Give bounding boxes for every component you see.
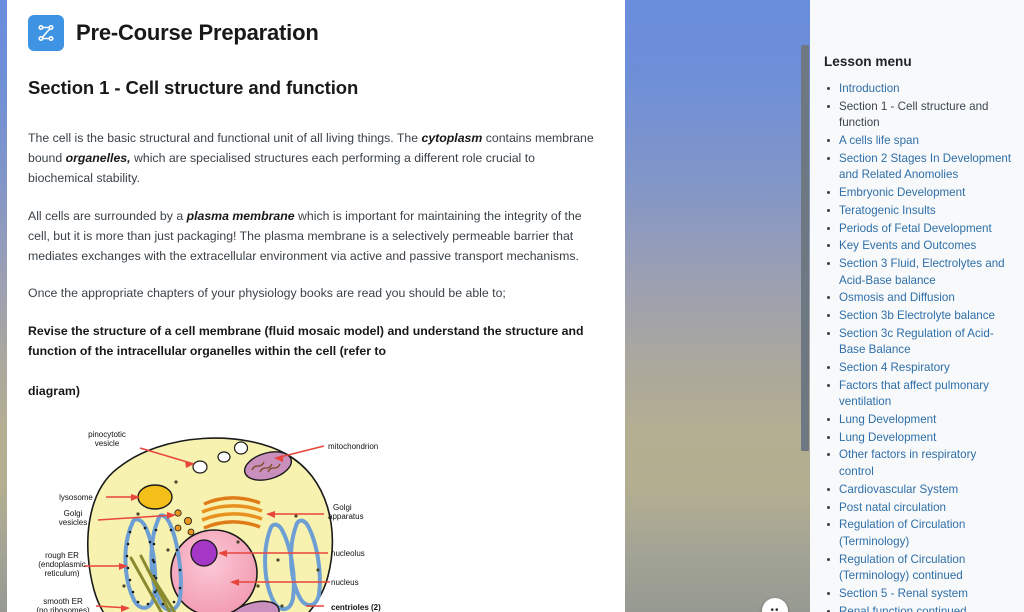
sidebar-item-label: Other factors in respiratory control [839, 448, 977, 479]
paragraph-3: Once the appropriate chapters of your ph… [28, 286, 506, 301]
sidebar-item-label: Section 5 - Renal system [839, 586, 968, 600]
sidebar-item-cells-life-span[interactable]: A cells life span [824, 133, 1014, 150]
sidebar-item-teratogenic-insults[interactable]: Teratogenic Insults [824, 203, 1014, 220]
term-organelles: organelles, [65, 150, 131, 165]
sidebar-item-label: Section 2 Stages In Development and Rela… [839, 151, 1012, 182]
page-header: Pre-Course Preparation [28, 15, 603, 51]
sidebar-item-section-4-respiratory[interactable]: Section 4 Respiratory [824, 360, 1014, 377]
svg-text:mitochondrion: mitochondrion [328, 442, 378, 451]
sidebar-item-label: Factors that affect pulmonary ventilatio… [839, 378, 989, 409]
sidebar-item-label: Regulation of Circulation (Terminology) [839, 518, 966, 548]
sidebar-item-section-5-renal[interactable]: Section 5 - Renal system [824, 586, 1014, 603]
sidebar-item-label: Regulation of Circulation (Terminology) … [839, 552, 966, 583]
vertical-scrollbar[interactable] [801, 0, 810, 612]
svg-text:apparatus: apparatus [328, 512, 364, 521]
sidebar-item-regulation-circulation[interactable]: Regulation of Circulation (Terminology) [824, 517, 1014, 550]
lesson-menu-heading: Lesson menu [824, 54, 912, 69]
sidebar-item-section-3b[interactable]: Section 3b Electrolyte balance [824, 308, 1014, 325]
sidebar-item-label: Post natal circulation [839, 500, 946, 514]
paragraph-2: All cells are surrounded by a plasma mem… [28, 207, 603, 267]
svg-text:Golgi: Golgi [64, 509, 83, 518]
screen-root: Pre-Course Preparation Section 1 - Cell … [0, 0, 1024, 612]
paragraph-1-text-a: The cell is the basic structural and fun… [28, 131, 422, 145]
sidebar-item-lung-development-2[interactable]: Lung Development [824, 430, 1014, 447]
paragraph-2-text-a: All cells are surrounded by a [28, 208, 187, 223]
sidebar-item-label: Section 3b Electrolyte balance [839, 308, 995, 322]
sidebar-item-label: Section 4 Respiratory [839, 361, 950, 374]
svg-text:nucleolus: nucleolus [331, 549, 365, 558]
sidebar-item-label: Osmosis and Diffusion [839, 291, 955, 305]
learning-objective: Revise the structure of a cell membrane … [28, 324, 584, 359]
sidebar-item-label: Introduction [839, 82, 900, 95]
sidebar-item-osmosis-diffusion[interactable]: Osmosis and Diffusion [824, 290, 1014, 307]
svg-text:vesicle: vesicle [95, 439, 120, 448]
sidebar-item-renal-function-continued[interactable]: Renal function continued [824, 604, 1014, 612]
sidebar-item-label: Periods of Fetal Development [839, 221, 992, 235]
sidebar-item-label: Section 3 Fluid, Electrolytes and Acid-B… [839, 256, 1005, 287]
fab-label: •• [770, 605, 780, 612]
sidebar-item-lung-development-1[interactable]: Lung Development [824, 412, 1014, 429]
sidebar-item-label: Renal function continued [839, 604, 967, 612]
svg-text:smooth ER: smooth ER [43, 597, 83, 606]
page-title: Pre-Course Preparation [76, 19, 319, 45]
term-plasma-membrane: plasma membrane [186, 208, 295, 223]
sidebar-item-regulation-circulation-continued[interactable]: Regulation of Circulation (Terminology) … [824, 552, 1014, 585]
sidebar-item-label: Section 1 - Cell structure and function [839, 99, 989, 130]
svg-text:Golgi: Golgi [333, 503, 352, 512]
svg-text:reticulum): reticulum) [44, 569, 79, 578]
sidebar-item-label: Teratogenic Insults [839, 203, 936, 217]
sidebar-item-section-1[interactable]: Section 1 - Cell structure and function [824, 99, 1014, 132]
svg-text:pinocytotic: pinocytotic [88, 430, 126, 439]
svg-text:(endoplasmic: (endoplasmic [38, 560, 86, 569]
body-copy: The cell is the basic structural and fun… [28, 129, 603, 402]
section-heading: Section 1 - Cell structure and function [28, 77, 359, 98]
sidebar-item-label: Section 3c Regulation of Acid-Base Balan… [839, 326, 994, 357]
sidebar-item-respiratory-control[interactable]: Other factors in respiratory control [824, 447, 1014, 480]
paragraph-1: The cell is the basic structural and fun… [28, 129, 603, 189]
learning-objective-continued: diagram) [28, 384, 80, 399]
sidebar-item-label: Embryonic Development [839, 186, 966, 200]
sidebar-item-label: Cardiovascular System [839, 482, 959, 496]
sidebar-item-section-3[interactable]: Section 3 Fluid, Electrolytes and Acid-B… [824, 256, 1014, 289]
sidebar-item-periods-fetal-development[interactable]: Periods of Fetal Development [824, 221, 1014, 238]
svg-text:rough ER: rough ER [45, 551, 79, 560]
animal-cell-diagram: pinocytotic vesicle lysosome Golgi vesic… [28, 420, 388, 612]
sidebar-item-embryonic-development[interactable]: Embryonic Development [824, 185, 1014, 202]
sidebar-item-label: Lung Development [839, 413, 937, 427]
sidebar-item-introduction[interactable]: Introduction [824, 81, 1014, 98]
sidebar-item-label: A cells life span [839, 134, 919, 148]
sidebar-item-key-events-outcomes[interactable]: Key Events and Outcomes [824, 238, 1014, 255]
sidebar-item-label: Lung Development [839, 430, 937, 444]
svg-text:nucleus: nucleus [331, 578, 359, 587]
term-cytoplasm: cytoplasm [421, 131, 483, 145]
sidebar-item-post-natal-circulation[interactable]: Post natal circulation [824, 500, 1014, 517]
sidebar-item-cardiovascular-system[interactable]: Cardiovascular System [824, 482, 1014, 499]
sidebar-item-pulmonary-ventilation[interactable]: Factors that affect pulmonary ventilatio… [824, 378, 1014, 411]
scrollbar-thumb[interactable] [801, 45, 809, 451]
sidebar-item-label: Key Events and Outcomes [839, 239, 977, 253]
sidebar-item-section-3c[interactable]: Section 3c Regulation of Acid-Base Balan… [824, 326, 1014, 359]
svg-text:vesicles: vesicles [59, 518, 87, 527]
svg-text:(no ribosomes): (no ribosomes) [36, 606, 90, 612]
lesson-menu-panel: Lesson menu Introduction Section 1 - Cel… [810, 0, 1024, 612]
lesson-content-document: Pre-Course Preparation Section 1 - Cell … [7, 0, 625, 612]
workflow-nodes-icon [28, 15, 64, 51]
svg-text:lysosome: lysosome [59, 493, 93, 502]
lesson-menu-list: Introduction Section 1 - Cell structure … [824, 81, 1014, 612]
sidebar-item-section-2[interactable]: Section 2 Stages In Development and Rela… [824, 151, 1014, 184]
svg-text:centrioles (2): centrioles (2) [331, 603, 381, 612]
